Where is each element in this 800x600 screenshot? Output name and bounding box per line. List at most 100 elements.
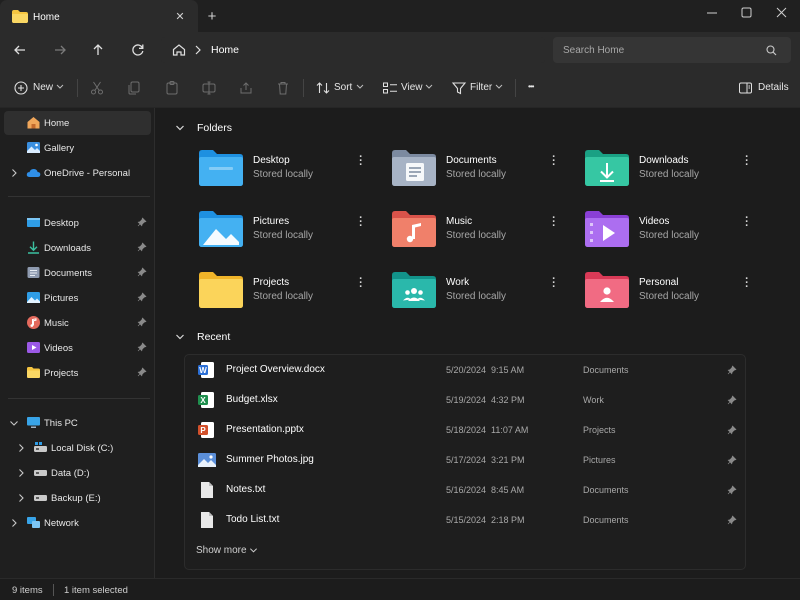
more-options-icon[interactable]: · · · — [743, 152, 751, 171]
pin-icon[interactable] — [727, 365, 737, 375]
folder-tile-documents[interactable]: Documents Stored locally · · · — [392, 150, 572, 194]
chevron-down-icon — [176, 125, 184, 131]
forward-button[interactable] — [50, 40, 70, 60]
search-input[interactable]: Search Home — [553, 37, 791, 63]
file-date: 5/15/2024 2:18 PM — [446, 515, 525, 525]
pin-icon[interactable] — [137, 292, 147, 302]
folder-tile-desktop[interactable]: Desktop Stored locally · · · — [199, 150, 379, 194]
folders-section-header[interactable]: Folders — [175, 122, 275, 136]
more-options-icon[interactable]: · · · — [550, 152, 558, 171]
address-bar[interactable]: Home — [161, 37, 545, 63]
sidebar-item-desktop[interactable]: Desktop — [4, 211, 151, 235]
pin-icon[interactable] — [137, 267, 147, 277]
back-button[interactable] — [10, 40, 30, 60]
new-button[interactable]: New — [13, 80, 69, 96]
more-options-icon[interactable]: · · · — [550, 213, 558, 232]
excel-icon: X — [198, 392, 214, 408]
search-placeholder: Search Home — [563, 45, 625, 56]
refresh-button[interactable] — [128, 40, 148, 60]
more-options-icon[interactable]: · · · — [357, 274, 365, 293]
show-more-button[interactable]: Show more — [196, 545, 258, 556]
tab-home[interactable]: Home ✕ — [0, 0, 198, 33]
chevron-down-icon[interactable] — [9, 418, 19, 428]
new-tab-icon[interactable]: + — [205, 9, 219, 24]
recent-file-row[interactable]: P Presentation.pptx 5/18/2024 11:07 AM Proj… — [185, 415, 745, 445]
word-doc-icon: W — [198, 362, 214, 378]
projects-folder-icon — [199, 272, 243, 308]
up-button[interactable] — [88, 40, 108, 60]
more-options-icon[interactable]: · · · — [743, 274, 751, 293]
pin-icon[interactable] — [137, 242, 147, 252]
chevron-right-icon[interactable] — [16, 493, 26, 503]
sidebar-item-network[interactable]: Network — [4, 511, 151, 535]
pin-icon[interactable] — [727, 515, 737, 525]
sidebar-item-videos[interactable]: Videos — [4, 336, 151, 360]
folder-tile-work[interactable]: Work Stored locally · · · — [392, 272, 572, 316]
sidebar-item-this-pc[interactable]: This PC — [4, 411, 151, 435]
recent-file-row[interactable]: Summer Photos.jpg 5/17/2024 3:21 PM Pictur… — [185, 445, 745, 475]
folder-tile-pictures[interactable]: Pictures Stored locally · · · — [199, 211, 379, 255]
close-tab-icon[interactable]: ✕ — [174, 11, 186, 23]
sidebar-item-home[interactable]: Home — [4, 111, 151, 135]
sidebar-item-pictures[interactable]: Pictures — [4, 286, 151, 310]
pin-icon[interactable] — [727, 395, 737, 405]
copy-icon[interactable] — [126, 80, 142, 96]
paste-icon[interactable] — [164, 80, 180, 96]
pin-icon[interactable] — [137, 217, 147, 227]
details-button[interactable]: Details — [738, 80, 789, 96]
recent-section-header[interactable]: Recent — [175, 331, 275, 345]
folder-tile-videos[interactable]: Videos Stored locally · · · — [585, 211, 765, 255]
sidebar-item-local-disk-c[interactable]: Local Disk (C:) — [4, 436, 151, 460]
view-button[interactable]: View — [382, 80, 438, 96]
sidebar-item-data-d[interactable]: Data (D:) — [4, 461, 151, 485]
maximize-button[interactable] — [731, 3, 761, 23]
recent-file-row[interactable]: W Project Overview.docx 5/20/2024 9:15 AM D… — [185, 355, 745, 385]
pin-icon[interactable] — [137, 342, 147, 352]
recent-file-row[interactable]: Notes.txt 5/16/2024 8:45 AM Documents — [185, 475, 745, 505]
chevron-right-icon[interactable] — [9, 518, 19, 528]
breadcrumb-home[interactable]: Home — [211, 44, 239, 56]
rename-icon[interactable] — [201, 80, 217, 96]
sidebar-item-onedrive[interactable]: OneDrive - Personal — [4, 161, 151, 185]
pin-icon[interactable] — [727, 425, 737, 435]
sidebar-item-music[interactable]: Music — [4, 311, 151, 335]
more-options-icon[interactable]: ••• — [528, 82, 534, 98]
sidebar-item-label: OneDrive - Personal — [44, 168, 131, 179]
file-date: 5/16/2024 8:45 AM — [446, 485, 525, 495]
sidebar-item-downloads[interactable]: Downloads — [4, 236, 151, 260]
sidebar-item-gallery[interactable]: Gallery — [4, 136, 151, 160]
arrow-left-icon — [14, 45, 25, 55]
pictures-folder-icon — [199, 211, 243, 247]
navigation-bar: Home Search Home — [0, 32, 800, 68]
pin-icon[interactable] — [727, 455, 737, 465]
share-icon[interactable] — [238, 80, 254, 96]
more-options-icon[interactable]: · · · — [550, 274, 558, 293]
sidebar-item-documents[interactable]: Documents — [4, 261, 151, 285]
pin-icon[interactable] — [727, 485, 737, 495]
sidebar-item-label: Desktop — [44, 218, 79, 229]
sort-button[interactable]: Sort — [315, 80, 369, 96]
sidebar-item-projects[interactable]: Projects — [4, 361, 151, 385]
cut-icon[interactable] — [89, 80, 105, 96]
folder-tile-music[interactable]: Music Stored locally · · · — [392, 211, 572, 255]
more-options-icon[interactable]: · · · — [357, 213, 365, 232]
chevron-right-icon[interactable] — [16, 443, 26, 453]
chevron-right-icon[interactable] — [16, 468, 26, 478]
folder-tile-personal[interactable]: Personal Stored locally · · · — [585, 272, 765, 316]
chevron-down-icon — [176, 334, 184, 340]
divider — [8, 196, 150, 197]
filter-button[interactable]: Filter — [451, 80, 507, 96]
folder-tile-projects[interactable]: Projects Stored locally · · · — [199, 272, 379, 316]
minimize-button[interactable] — [697, 3, 727, 23]
sidebar-item-backup-e[interactable]: Backup (E:) — [4, 486, 151, 510]
more-options-icon[interactable]: · · · — [357, 152, 365, 171]
pin-icon[interactable] — [137, 367, 147, 377]
delete-icon[interactable] — [275, 80, 291, 96]
close-window-button[interactable] — [766, 3, 796, 23]
folder-tile-downloads[interactable]: Downloads Stored locally · · · — [585, 150, 765, 194]
recent-file-row[interactable]: Todo List.txt 5/15/2024 2:18 PM Documents — [185, 505, 745, 535]
recent-file-row[interactable]: X Budget.xlsx 5/19/2024 4:32 PM Work — [185, 385, 745, 415]
more-options-icon[interactable]: · · · — [743, 213, 751, 232]
pin-icon[interactable] — [137, 317, 147, 327]
chevron-right-icon[interactable] — [9, 168, 19, 178]
